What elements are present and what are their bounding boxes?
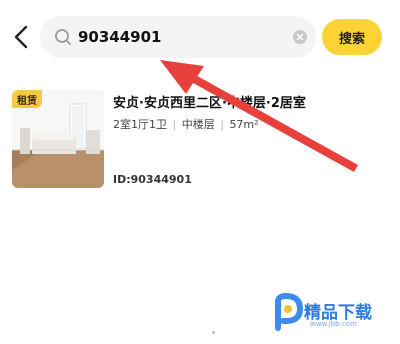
search-input[interactable] (78, 24, 278, 50)
brand-logo-icon (275, 292, 304, 331)
clear-icon[interactable] (293, 30, 307, 44)
listing-floor: 中楼层 (181, 118, 215, 131)
back-button[interactable] (8, 22, 34, 52)
listing-title: 安贞·安贞西里二区·中楼层·2居室 (113, 96, 306, 111)
listing-photo: 租赁 (12, 90, 104, 188)
listing-card[interactable]: 租赁 安贞·安贞西里二区·中楼层·2居室 2室1厅1卫 | 中楼层 | 57m²… (12, 90, 388, 190)
search-icon (55, 29, 71, 45)
listing-id: ID:90344901 (113, 173, 192, 186)
watermark-url: www.jbb.com (310, 320, 357, 328)
page-indicator (212, 331, 215, 334)
top-bar: 搜索 (0, 0, 400, 80)
watermark: 精品下载 www.jbb.com (270, 290, 390, 334)
meta-divider: | (220, 118, 224, 131)
listing-meta: 2室1厅1卫 | 中楼层 | 57m² (113, 116, 259, 132)
listing-area: 57m² (229, 118, 259, 131)
meta-divider: | (172, 118, 177, 131)
search-box[interactable] (40, 16, 316, 58)
search-button[interactable]: 搜索 (322, 19, 382, 55)
listing-layout: 2室1厅1卫 (113, 118, 167, 131)
chevron-left-icon (14, 25, 28, 49)
rental-badge: 租赁 (12, 90, 42, 108)
